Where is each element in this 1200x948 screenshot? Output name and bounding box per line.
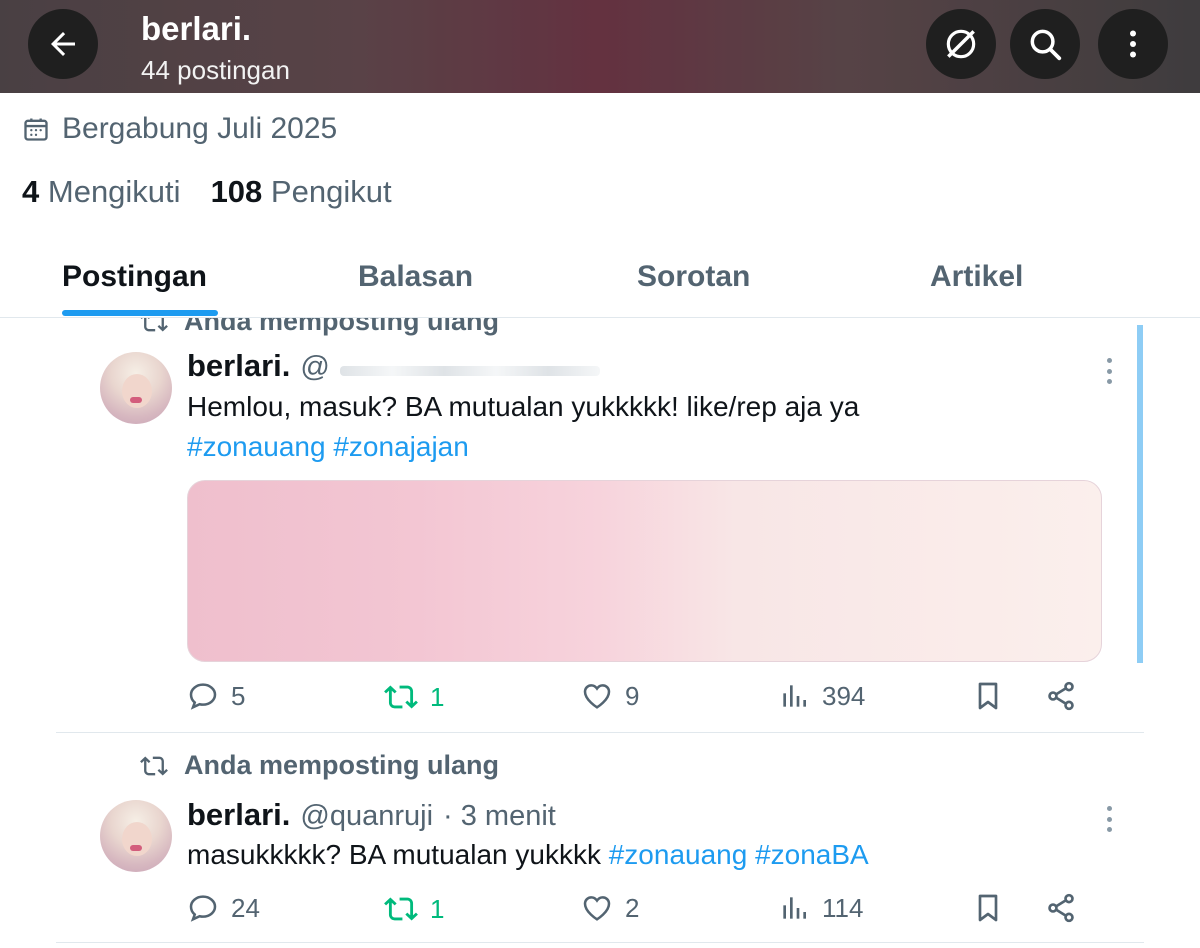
back-button[interactable] <box>28 9 98 79</box>
reply-button[interactable]: 24 <box>187 892 260 924</box>
post2-more-button[interactable] <box>1101 806 1117 832</box>
share-icon <box>1048 893 1074 923</box>
repost-icon <box>384 685 418 709</box>
share-button[interactable] <box>1045 892 1077 924</box>
post2-author-name[interactable]: berlari. <box>187 797 290 833</box>
tab-artikel[interactable]: Artikel <box>930 260 1023 294</box>
reply-button[interactable]: 5 <box>187 680 245 712</box>
more-vertical-icon <box>1130 30 1136 58</box>
reply-count: 24 <box>231 892 260 923</box>
calendar-icon <box>24 118 48 141</box>
tab-sorotan[interactable]: Sorotan <box>637 260 750 294</box>
avatar-lip <box>130 397 142 403</box>
bookmark-button[interactable] <box>972 892 1004 924</box>
post2-hashtags[interactable]: #zonauang #zonaBA <box>609 839 869 870</box>
profile-header: berlari. 44 postingan <box>0 0 1200 93</box>
following-label: Mengikuti <box>47 174 181 209</box>
reply-icon <box>189 895 217 922</box>
like-button[interactable]: 9 <box>581 680 639 712</box>
post1-actions: 5 1 9 394 <box>187 680 1087 720</box>
repost-icon <box>384 897 418 921</box>
post1-media-image[interactable] <box>187 480 1102 662</box>
active-tab-indicator <box>62 310 218 316</box>
share-icon <box>1048 681 1074 711</box>
avatar[interactable] <box>100 800 172 872</box>
bookmark-icon <box>978 894 998 922</box>
views-button[interactable]: 114 <box>778 892 863 924</box>
post2-actions: 24 1 2 114 <box>187 892 1087 932</box>
post1-more-button[interactable] <box>1101 358 1117 384</box>
post1-repost-indicator: Anda memposting ulang <box>140 318 499 337</box>
reply-icon <box>189 683 217 710</box>
follow-stats: 4 Mengikuti 108 Pengikut <box>22 174 392 210</box>
like-count: 2 <box>625 892 640 923</box>
followers-count: 108 <box>210 174 263 209</box>
post1-repost-clip: Anda memposting ulang <box>0 318 1200 338</box>
post2-timestamp[interactable]: · 3 menit <box>443 800 556 833</box>
grok-icon <box>946 29 976 59</box>
post1-text: Hemlou, masuk? BA mutualan yukkkkk! like… <box>187 391 860 422</box>
avatar[interactable] <box>100 352 172 424</box>
grok-button[interactable] <box>926 9 996 79</box>
repost-icon <box>140 756 168 775</box>
like-count: 9 <box>625 680 640 711</box>
repost-count: 1 <box>430 893 445 924</box>
post1-hashtags[interactable]: #zonauang #zonajajan <box>187 426 469 468</box>
post2-text-line: masukkkkk? BA mutualan yukkkk #zonauang … <box>187 834 869 876</box>
views-count: 394 <box>822 680 866 711</box>
search-button[interactable] <box>1010 9 1080 79</box>
search-icon <box>1030 29 1062 61</box>
joined-date: Bergabung Juli 2025 <box>22 112 337 146</box>
header-post-count: 44 postingan <box>141 55 290 85</box>
repost-icon <box>141 318 168 331</box>
post2-header: berlari. @quanruji · 3 menit <box>187 797 556 833</box>
like-button[interactable]: 2 <box>581 892 639 924</box>
header-title: berlari. <box>141 10 252 47</box>
following-link[interactable]: 4 Mengikuti <box>22 174 181 210</box>
views-button[interactable]: 394 <box>778 680 865 712</box>
repost-button[interactable]: 1 <box>384 892 444 926</box>
post-highlight-rail <box>1137 325 1143 663</box>
reply-count: 5 <box>231 680 246 711</box>
following-count: 4 <box>22 174 40 209</box>
tab-balasan[interactable]: Balasan <box>358 260 473 294</box>
views-icon <box>783 897 806 919</box>
post1-author-handle[interactable]: @ <box>300 351 329 384</box>
post1-author-name[interactable]: berlari. <box>187 348 290 384</box>
repost-label: Anda memposting ulang <box>184 318 500 336</box>
post-divider <box>56 942 1144 943</box>
more-options-button[interactable] <box>1098 9 1168 79</box>
repost-count: 1 <box>430 681 445 712</box>
repost-label: Anda memposting ulang <box>184 750 500 780</box>
views-icon <box>783 685 806 707</box>
avatar-lip <box>130 845 142 851</box>
joined-text: Bergabung Juli 2025 <box>62 112 338 145</box>
share-button[interactable] <box>1045 680 1077 712</box>
followers-link[interactable]: 108 Pengikut <box>211 174 392 210</box>
profile-tabs: Postingan Balasan Sorotan Artikel <box>0 250 1200 318</box>
post2-repost-indicator: Anda memposting ulang <box>140 750 499 781</box>
followers-label: Pengikut <box>270 174 392 209</box>
post2-author-handle[interactable]: @quanruji <box>300 800 433 833</box>
post1-handle-obscured <box>339 366 600 376</box>
arrow-left-icon <box>51 32 75 56</box>
bookmark-button[interactable] <box>972 680 1004 712</box>
heart-icon <box>583 896 611 921</box>
post1-header: berlari. @ <box>187 348 600 384</box>
views-count: 114 <box>822 892 864 923</box>
post-divider <box>56 732 1144 733</box>
bookmark-icon <box>978 682 998 710</box>
post2-text: masukkkkk? BA mutualan yukkkk <box>187 839 601 870</box>
tab-postingan[interactable]: Postingan <box>62 260 207 294</box>
repost-button[interactable]: 1 <box>384 680 444 714</box>
heart-icon <box>583 684 611 709</box>
